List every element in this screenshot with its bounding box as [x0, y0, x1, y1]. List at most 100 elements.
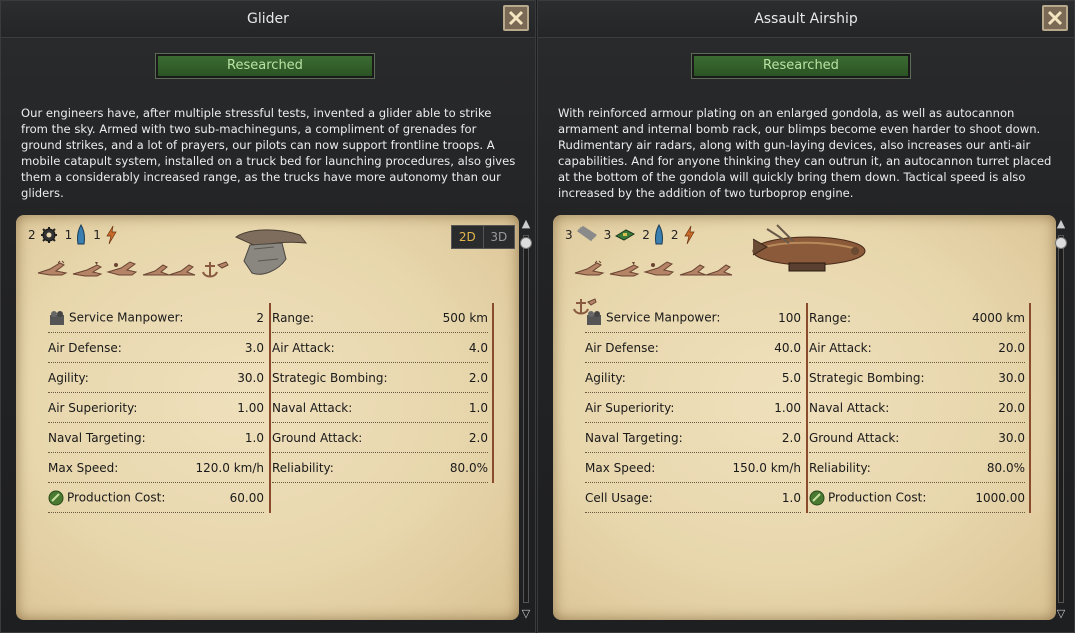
stat-row-naval-targeting: Naval Targeting: 2.0: [585, 423, 801, 453]
scroll-track[interactable]: [1058, 235, 1064, 603]
view-toggle: 2D 3D: [451, 225, 515, 249]
scroll-up-arrow-icon[interactable]: ▲: [1054, 217, 1068, 231]
close-button[interactable]: [1042, 5, 1068, 31]
stat-label: Ground Attack:: [809, 430, 900, 445]
stat-value: 100: [778, 310, 801, 325]
stat-value: 20.0: [998, 340, 1025, 355]
stat-value: 5.0: [781, 370, 801, 385]
researched-badge: Researched: [691, 53, 911, 79]
gear-icon: [40, 227, 57, 243]
stat-value: 1.0: [781, 490, 801, 505]
view-3d-button[interactable]: 3D: [484, 226, 515, 248]
stat-value: 30.0: [998, 430, 1025, 445]
scrollbar[interactable]: ▲ ▽: [1054, 217, 1068, 621]
column-divider: [806, 303, 808, 513]
resource-lightning: 2: [671, 225, 696, 245]
stat-label: Max Speed:: [48, 460, 119, 475]
close-button[interactable]: [503, 5, 529, 31]
mission-icons-row: [573, 259, 734, 279]
stat-row-air-defense: Air Defense: 40.0: [585, 333, 801, 363]
stat-value: 1.00: [237, 400, 264, 415]
stat-label: Naval Targeting:: [585, 430, 683, 445]
column-divider: [269, 303, 271, 513]
stat-label: Air Superiority:: [48, 400, 138, 415]
resource-steel: 3: [565, 226, 598, 244]
stats-right-column: Range: 4000 km Air Attack: 20.0 Strategi…: [809, 303, 1025, 513]
column-divider: [1029, 303, 1031, 513]
resource-count: 3: [603, 228, 612, 242]
scroll-thumb[interactable]: [1055, 237, 1067, 249]
stat-row-range: Range: 4000 km: [809, 303, 1025, 333]
lightning-icon: [683, 225, 695, 245]
resource-fuel: 1: [65, 224, 88, 246]
scroll-down-arrow-icon[interactable]: ▽: [1054, 607, 1068, 621]
stat-row-ground-attack: Ground Attack: 2.0: [272, 423, 488, 453]
fighter-mission-icon: [574, 260, 605, 276]
stat-label: Production Cost:: [828, 490, 927, 504]
stat-label: Air Defense:: [48, 340, 122, 355]
stat-label: Cell Usage:: [585, 490, 653, 505]
resource-gear: 2: [28, 226, 59, 244]
stat-row-reliability: Reliability: 80.0%: [809, 453, 1025, 483]
fighter-mission-icon: [37, 260, 68, 276]
stat-row-agility: Agility: 30.0: [48, 363, 264, 393]
scroll-down-arrow-icon[interactable]: ▽: [519, 607, 533, 621]
fuel-icon: [77, 224, 86, 245]
resource-count: 2: [642, 228, 650, 242]
stat-value: 1.0: [468, 400, 488, 415]
stat-row-air-attack: Air Attack: 20.0: [809, 333, 1025, 363]
resource-electronics: 3: [604, 226, 637, 244]
panel-titlebar: Glider: [1, 1, 535, 38]
resource-cost-row: 2 1 1: [28, 224, 124, 246]
stats-left-column: Service Manpower: 100 Air Defense: 40.0 …: [585, 303, 801, 513]
stat-label: Agility:: [585, 370, 626, 385]
close-icon: [1047, 10, 1063, 26]
stat-row-production-cost: Production Cost: 60.00: [48, 483, 264, 513]
stat-label: Strategic Bombing:: [809, 370, 925, 385]
bomber-mission-icon: [643, 261, 675, 276]
stats-sheet: 2 1 1 2D 3D Service Manpower: 2 Air Defe…: [16, 215, 519, 620]
stat-label: Air Attack:: [809, 340, 872, 355]
resource-fuel: 2: [642, 224, 665, 246]
stat-value: 150.0 km/h: [732, 460, 801, 475]
resource-lightning: 1: [93, 225, 118, 245]
stat-label: Air Defense:: [585, 340, 659, 355]
scrollbar[interactable]: ▲ ▽: [519, 217, 533, 621]
stat-value: 2.0: [781, 430, 801, 445]
fuel-icon: [654, 224, 663, 245]
stat-value: 4000 km: [972, 310, 1025, 325]
stat-row-strategic-bombing: Strategic Bombing: 30.0: [809, 363, 1025, 393]
stat-row-cell-usage: Cell Usage: 1.0: [585, 483, 801, 513]
stat-row-air-superiority: Air Superiority: 1.00: [48, 393, 264, 423]
manpower-icon: [587, 310, 601, 325]
steel-icon: [576, 226, 597, 242]
assault-airship-panel: Assault Airship Researched With reinforc…: [537, 0, 1075, 633]
scroll-thumb[interactable]: [520, 237, 532, 249]
stat-label: Range:: [272, 310, 315, 325]
stat-value: 120.0 km/h: [195, 460, 264, 475]
stat-value: 80.0%: [449, 460, 488, 475]
column-divider: [492, 303, 494, 483]
panel-titlebar: Assault Airship: [538, 1, 1074, 38]
panel-title: Glider: [247, 11, 289, 27]
bomber-mission-icon: [106, 261, 138, 276]
stat-row-air-attack: Air Attack: 4.0: [272, 333, 488, 363]
electronics-icon: [615, 229, 636, 241]
glider-illustration: [234, 229, 308, 275]
stat-label: Service Manpower:: [69, 310, 184, 324]
scroll-up-arrow-icon[interactable]: ▲: [519, 217, 533, 231]
stat-label: Air Superiority:: [585, 400, 675, 415]
stat-value: 80.0%: [986, 460, 1025, 475]
description-text: Our engineers have, after multiple stres…: [21, 106, 516, 200]
scroll-track[interactable]: [523, 235, 529, 603]
stat-label: Service Manpower:: [606, 310, 721, 324]
manpower-icon: [50, 310, 64, 325]
stats-left-column: Service Manpower: 2 Air Defense: 3.0 Agi…: [48, 303, 264, 513]
stat-value: 1.0: [244, 430, 264, 445]
mission-icons-row: [36, 259, 230, 281]
stat-label: Range:: [809, 310, 852, 325]
view-2d-button[interactable]: 2D: [452, 226, 484, 248]
stat-value: 40.0: [774, 340, 801, 355]
stat-row-naval-targeting: Naval Targeting: 1.0: [48, 423, 264, 453]
stat-label: Agility:: [48, 370, 89, 385]
